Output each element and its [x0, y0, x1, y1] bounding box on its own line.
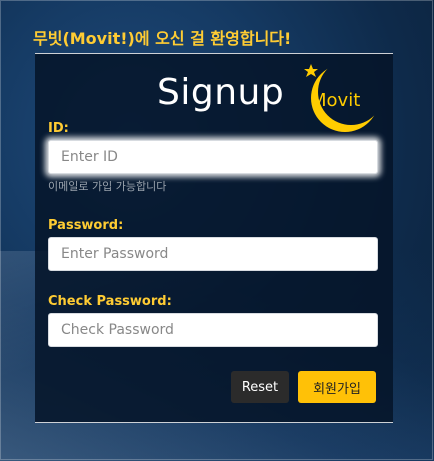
id-hint: 이메일로 가입 가능합니다: [48, 180, 167, 193]
signup-panel: Signup Movit ID: 이메일로 가입 가능합니다 Password:…: [35, 53, 393, 423]
page-title: Signup: [157, 72, 285, 113]
check-password-input[interactable]: [48, 313, 378, 347]
signup-button[interactable]: 회원가입: [298, 371, 376, 403]
password-label: Password:: [48, 218, 124, 233]
id-label: ID:: [48, 121, 69, 136]
check-password-label: Check Password:: [48, 294, 172, 309]
crescent-moon-star-icon: Movit: [304, 64, 379, 132]
reset-button[interactable]: Reset: [231, 371, 289, 403]
movit-logo: Movit: [299, 60, 385, 136]
password-input[interactable]: [48, 237, 378, 271]
id-input[interactable]: [48, 140, 378, 174]
logo-text: Movit: [311, 90, 360, 111]
welcome-text: 무빗(Movit!)에 오신 걸 환영합니다!: [33, 29, 292, 48]
